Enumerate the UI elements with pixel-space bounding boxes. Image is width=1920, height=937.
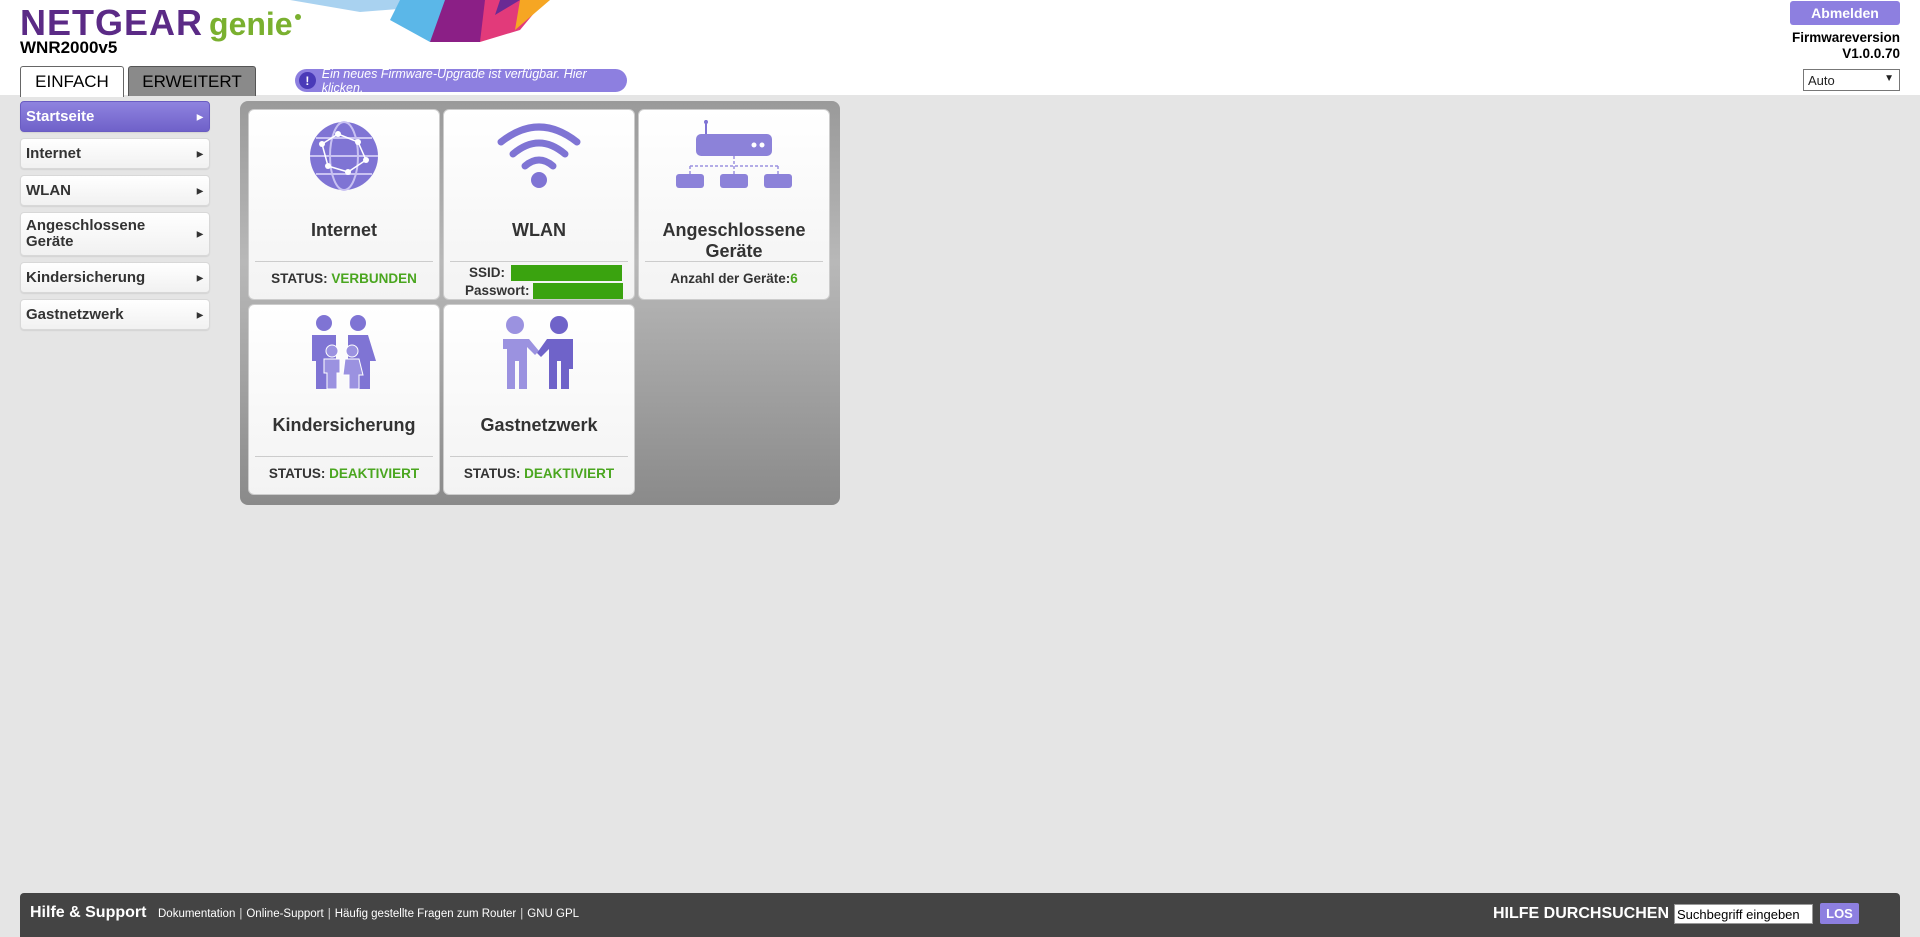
dropdown-arrow-icon: ▼	[1884, 73, 1894, 84]
tile-internet[interactable]: Internet STATUS: VERBUNDEN	[248, 109, 440, 300]
device-count-value: 6	[790, 271, 798, 286]
tile-title: WLAN	[512, 220, 566, 240]
wifi-icon	[444, 120, 634, 190]
ssid-value-redacted	[510, 265, 622, 282]
wlan-credentials: SSID: Passwort:	[444, 264, 634, 300]
device-count-label: Anzahl der Geräte:	[670, 271, 791, 286]
tab-einfach[interactable]: EINFACH	[20, 66, 124, 97]
alert-icon: !	[299, 72, 316, 89]
help-support-title: Hilfe & Support	[30, 904, 147, 921]
link-separator: |	[327, 908, 331, 920]
sidebar-item-label: Gastnetzwerk	[26, 306, 124, 323]
sidebar-item-label-line2: Geräte	[26, 233, 74, 250]
tile-wlan[interactable]: WLAN SSID: Passwort:	[443, 109, 635, 300]
internet-status: STATUS: VERBUNDEN	[249, 271, 439, 286]
language-selected-value: Auto	[1808, 72, 1835, 88]
status-label: STATUS:	[271, 271, 328, 286]
password-row: Passwort:	[465, 282, 634, 300]
sidebar-item-kindersicherung[interactable]: Kindersicherung ▶	[20, 262, 210, 293]
tile-title: Internet	[310, 220, 377, 240]
sidebar-item-label: Internet	[26, 145, 82, 162]
device-count: Anzahl der Geräte:6	[639, 271, 829, 286]
language-select[interactable]: Auto ▼	[1803, 69, 1900, 91]
caret-right-icon: ▶	[196, 186, 203, 195]
status-label: STATUS:	[463, 466, 521, 481]
sidebar-item-internet[interactable]: Internet ▶	[20, 138, 210, 169]
firmware-version-block: Firmwareversion V1.0.0.70	[1792, 30, 1900, 62]
caret-right-icon: ▶	[196, 229, 203, 239]
ssid-row: SSID:	[469, 264, 634, 282]
tile-title: Gastnetzwerk	[480, 415, 598, 435]
sidebar-item-gastnetzwerk[interactable]: Gastnetzwerk ▶	[20, 299, 210, 330]
status-label: STATUS:	[268, 466, 326, 481]
parental-status: STATUS: DEAKTIVIERT	[249, 466, 439, 481]
sidebar-item-label: WLAN	[26, 182, 71, 199]
header-decoration-graphic	[290, 0, 550, 42]
sidebar-item-startseite[interactable]: Startseite ▶	[20, 101, 210, 132]
status-value: VERBUNDEN	[331, 271, 417, 286]
tile-kindersicherung[interactable]: Kindersicherung STATUS: DEAKTIVIERT	[248, 304, 440, 495]
status-value: DEAKTIVIERT	[329, 466, 420, 481]
footer-help-bar: Hilfe & Support Dokumentation | Online-S…	[20, 893, 1900, 937]
sidebar: Startseite ▶ Internet ▶ WLAN ▶ Angeschlo…	[20, 101, 210, 336]
sidebar-item-angeschlossene-geraete[interactable]: Angeschlossene Geräte ▶	[20, 212, 210, 256]
divider	[645, 261, 823, 262]
firmware-upgrade-notice[interactable]: ! Ein neues Firmware-Upgrade ist verfügb…	[295, 66, 627, 95]
family-icon	[249, 315, 439, 391]
brand-sub: genie	[209, 6, 293, 42]
caret-right-icon: ▶	[196, 112, 203, 121]
netgear-genie-logo: NETGEAR genie	[20, 2, 301, 43]
sidebar-item-wlan[interactable]: WLAN ▶	[20, 175, 210, 206]
tile-title: Angeschlossene Geräte	[639, 220, 829, 262]
firmware-upgrade-text: Ein neues Firmware-Upgrade ist verfügbar…	[321, 66, 587, 95]
help-search-label: HILFE DURCHSUCHEN	[1493, 905, 1669, 922]
divider	[450, 456, 628, 457]
sidebar-item-label: Kindersicherung	[26, 269, 146, 286]
divider	[255, 456, 433, 457]
tile-gastnetzwerk[interactable]: Gastnetzwerk STATUS: DEAKTIVIERT	[443, 304, 635, 495]
tile-title-line1: Angeschlossene	[662, 220, 806, 240]
tile-title-line2: Geräte	[705, 241, 763, 261]
firmware-version-label: Firmwareversion	[1791, 30, 1900, 45]
firmware-version-value: V1.0.0.70	[1842, 46, 1900, 61]
network-devices-icon	[639, 120, 829, 192]
password-label: Passwort:	[465, 283, 530, 298]
tile-title: Kindersicherung	[272, 415, 416, 435]
sidebar-item-label-line1: Angeschlossene	[26, 217, 146, 234]
link-online-support[interactable]: Online-Support	[246, 908, 323, 920]
link-separator: |	[520, 908, 524, 920]
caret-right-icon: ▶	[196, 273, 203, 282]
help-links: Dokumentation | Online-Support | Häufig …	[158, 908, 579, 920]
link-dokumentation[interactable]: Dokumentation	[158, 908, 235, 920]
dashboard-panel: Internet STATUS: VERBUNDEN WLAN SSID: Pa…	[240, 101, 840, 505]
header: NETGEAR genie WNR2000v5 EINFACH ERWEITER…	[0, 0, 1920, 97]
status-value: DEAKTIVIERT	[524, 466, 615, 481]
handshake-icon	[444, 315, 634, 391]
tab-erweitert[interactable]: ERWEITERT	[128, 66, 256, 96]
caret-right-icon: ▶	[196, 149, 203, 158]
globe-icon	[249, 120, 439, 192]
ssid-label: SSID:	[469, 265, 506, 280]
caret-right-icon: ▶	[196, 310, 203, 319]
divider	[255, 261, 433, 262]
guest-status: STATUS: DEAKTIVIERT	[444, 466, 634, 481]
link-separator: |	[239, 908, 243, 920]
divider	[450, 261, 628, 262]
help-search-input[interactable]	[1674, 904, 1813, 924]
link-faq[interactable]: Häufig gestellte Fragen zum Router	[335, 908, 517, 920]
model-name: WNR2000v5	[20, 38, 118, 57]
tile-angeschlossene-geraete[interactable]: Angeschlossene Geräte Anzahl der Geräte:…	[638, 109, 830, 300]
password-value-redacted	[533, 283, 624, 300]
sidebar-item-label: Startseite	[26, 108, 95, 125]
help-search-go-button[interactable]: LOS	[1820, 903, 1859, 924]
logout-button[interactable]: Abmelden	[1790, 1, 1900, 25]
link-gnu-gpl[interactable]: GNU GPL	[527, 908, 579, 920]
